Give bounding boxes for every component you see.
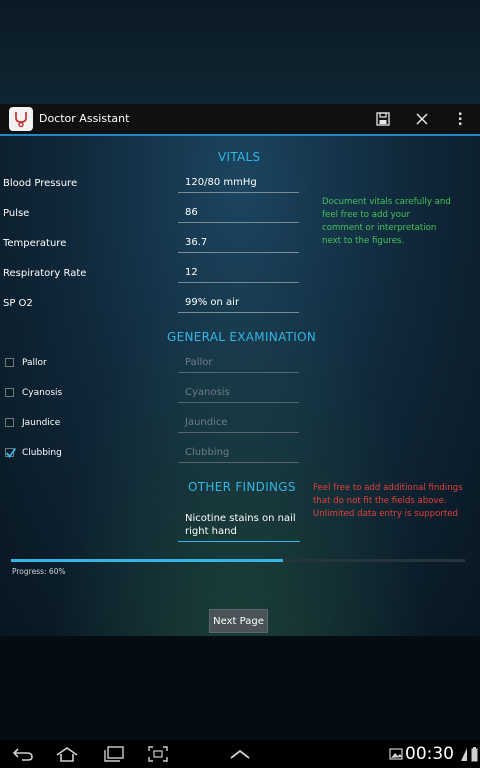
other-findings-note: Feel free to add additional findings tha… (313, 483, 463, 519)
app-title: Doctor Assistant (39, 112, 130, 125)
spo2-field[interactable]: 99% on air (178, 295, 299, 313)
pallor-field[interactable]: Pallor (178, 355, 299, 373)
other-findings-line-2: right hand (185, 526, 237, 537)
other-findings-title: OTHER FINDINGS (188, 480, 296, 494)
app-stethoscope-icon[interactable] (9, 107, 33, 131)
wallpaper-top (0, 0, 480, 104)
gallery-icon (389, 745, 403, 763)
vital-label-pulse: Pulse (3, 208, 30, 219)
vital-label-respiratory-rate: Respiratory Rate (3, 268, 87, 279)
other-findings-line-1: Nicotine stains on nail (185, 513, 296, 524)
cyanosis-label: Cyanosis (22, 388, 63, 398)
cyanosis-checkbox[interactable] (5, 388, 14, 397)
blood-pressure-field[interactable]: 120/80 mmHg (178, 175, 299, 193)
pallor-checkbox[interactable] (5, 358, 14, 367)
jaundice-checkbox[interactable] (5, 418, 14, 427)
temperature-field[interactable]: 36.7 (178, 235, 299, 253)
progress-bar-fill (11, 559, 284, 562)
cyanosis-field[interactable]: Cyanosis (178, 385, 299, 403)
pulse-field[interactable]: 86 (178, 205, 299, 223)
recent-apps-icon[interactable] (103, 745, 125, 763)
respiratory-rate-field[interactable]: 12 (178, 265, 299, 283)
wallpaper-bottom (0, 636, 480, 740)
next-page-button[interactable]: Next Page (209, 609, 268, 633)
save-icon[interactable] (374, 110, 392, 128)
battery-icon (470, 745, 478, 763)
up-caret-icon[interactable] (229, 745, 251, 763)
home-icon[interactable] (55, 745, 79, 763)
pallor-label: Pallor (22, 358, 47, 368)
vitals-note: Document vitals carefully and feel free … (322, 197, 451, 246)
system-nav-bar: 00:30 (0, 740, 480, 768)
jaundice-label: Jaundice (22, 418, 61, 428)
overflow-menu-icon[interactable] (451, 110, 469, 128)
close-icon[interactable] (413, 110, 431, 128)
vital-label-spo2: SP O2 (3, 298, 33, 309)
action-bar: Doctor Assistant (0, 104, 480, 136)
vitals-title: VITALS (218, 150, 261, 164)
clubbing-field[interactable]: Clubbing (178, 445, 299, 463)
jaundice-field[interactable]: Jaundice (178, 415, 299, 433)
progress-label: Progress: 60% (12, 567, 66, 576)
checkmark-icon (5, 447, 17, 458)
wifi-icon (460, 745, 468, 763)
clubbing-checkbox[interactable] (5, 447, 17, 458)
status-clock: 00:30 (405, 744, 454, 764)
progress-bar (11, 559, 465, 562)
vital-label-temperature: Temperature (3, 238, 67, 249)
back-icon[interactable] (12, 745, 34, 763)
vital-label-blood-pressure: Blood Pressure (3, 178, 78, 189)
general-exam-title: GENERAL EXAMINATION (167, 330, 317, 344)
other-findings-field[interactable]: Nicotine stains on nail right hand (178, 512, 300, 542)
screenshot-icon[interactable] (148, 745, 168, 763)
clubbing-label: Clubbing (22, 448, 62, 458)
